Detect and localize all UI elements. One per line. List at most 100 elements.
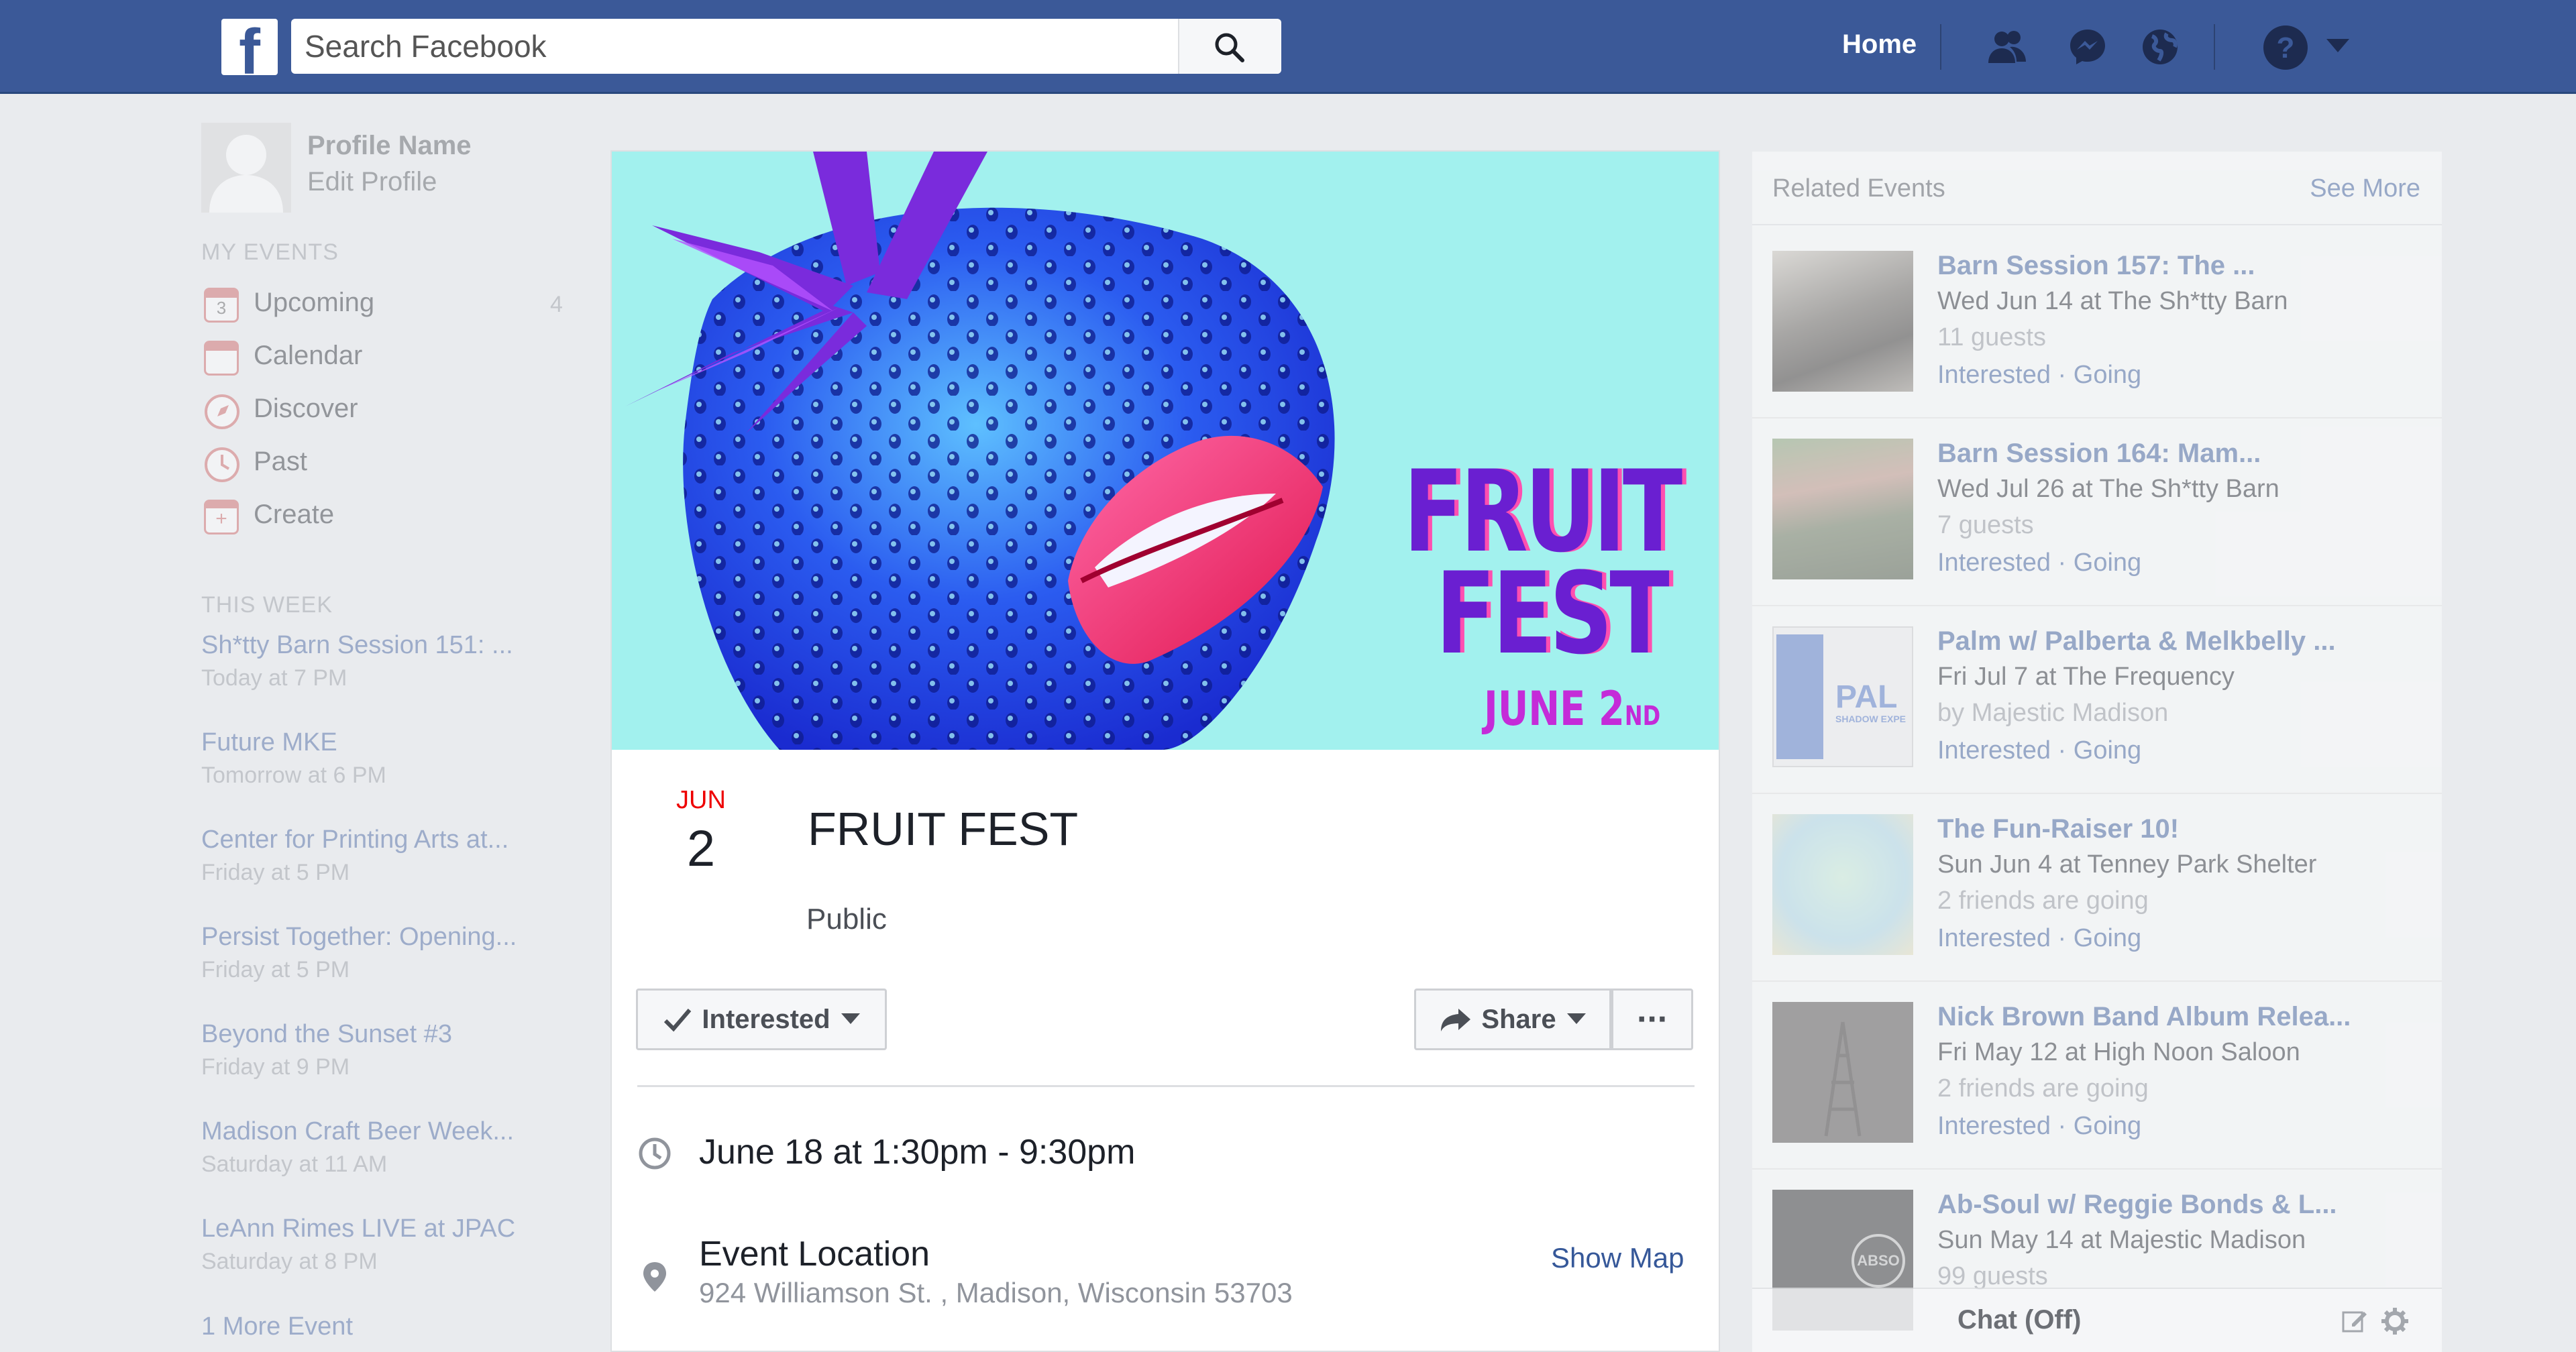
facebook-logo-icon[interactable]: f	[221, 19, 278, 75]
event-time: Tomorrow at 6 PM	[201, 763, 386, 788]
event-time: Today at 7 PM	[201, 665, 347, 691]
event-location-name[interactable]: Event Location	[699, 1234, 930, 1274]
list-item[interactable]: Persist Together: Opening... Friday at 5…	[201, 923, 517, 983]
share-label: Share	[1481, 1004, 1556, 1034]
sidebar-item-calendar[interactable]: Calendar	[201, 338, 577, 378]
list-item[interactable]: The Fun-Raiser 10! Sun Jun 4 at Tenney P…	[1752, 814, 2442, 995]
logo-letter: f	[239, 19, 260, 76]
search-input[interactable]	[305, 27, 1177, 66]
gear-icon[interactable]	[2380, 1306, 2410, 1336]
related-event-extra: 2 friends are going	[1937, 1074, 2149, 1103]
event-address: 924 Williamson St. , Madison, Wisconsin …	[699, 1277, 1293, 1308]
related-event-actions[interactable]: Interested · Going	[1937, 549, 2141, 577]
event-thumbnail: PAL SHADOW EXPE	[1772, 626, 1913, 767]
thumb-logo: ABSO	[1851, 1234, 1905, 1288]
sidebar-item-past[interactable]: Past	[201, 444, 577, 484]
divider	[1752, 793, 2442, 794]
sidebar-item-upcoming[interactable]: 3 Upcoming 4	[201, 285, 577, 325]
share-arrow-icon	[1441, 1009, 1471, 1031]
clock-icon	[205, 447, 239, 482]
sidebar-item-label: Create	[254, 500, 335, 529]
related-event-actions[interactable]: Interested · Going	[1937, 1112, 2141, 1141]
related-event-actions[interactable]: Interested · Going	[1937, 924, 2141, 953]
divider	[1752, 417, 2442, 418]
friends-icon[interactable]	[1987, 27, 2027, 67]
event-title: Beyond the Sunset #3	[201, 1020, 452, 1048]
sidebar-item-label: Discover	[254, 394, 358, 423]
related-event-extra: 2 friends are going	[1937, 887, 2149, 915]
event-time: Saturday at 11 AM	[201, 1151, 388, 1177]
sidebar-item-create[interactable]: + Create	[201, 497, 577, 537]
caret-down-icon	[1566, 1013, 1586, 1024]
list-item[interactable]: Barn Session 164: Mam... Wed Jul 26 at T…	[1752, 439, 2442, 620]
show-map-link[interactable]: Show Map	[1551, 1242, 1684, 1274]
event-title: Persist Together: Opening...	[201, 923, 517, 951]
divider	[1752, 605, 2442, 606]
calendar-icon	[204, 341, 239, 376]
plus-icon: +	[204, 500, 239, 534]
left-sidebar: Profile Name Edit Profile MY EVENTS 3 Up…	[0, 96, 590, 1352]
interested-label: Interested	[702, 1004, 830, 1034]
more-options-button[interactable]: ···	[1611, 989, 1693, 1050]
event-title: LeAnn Rimes LIVE at JPAC	[201, 1215, 516, 1243]
search-icon	[1215, 33, 1244, 62]
tower-icon	[1824, 1021, 1862, 1137]
caret-down-icon[interactable]	[2326, 39, 2349, 54]
share-button[interactable]: Share	[1414, 989, 1611, 1050]
related-event-extra: by Majestic Madison	[1937, 699, 2169, 727]
related-event-when: Fri Jul 7 at The Frequency	[1937, 663, 2235, 691]
home-link[interactable]: Home	[1842, 30, 1917, 60]
event-time: Friday at 9 PM	[201, 1054, 350, 1080]
more-options-label: ···	[1637, 1000, 1669, 1039]
list-item[interactable]: Madison Craft Beer Week... Saturday at 1…	[201, 1117, 514, 1178]
interested-button[interactable]: Interested	[636, 989, 887, 1050]
divider	[1752, 224, 2442, 225]
nav-divider	[2214, 24, 2215, 70]
event-time: Friday at 5 PM	[201, 860, 350, 885]
event-title: FRUIT FEST	[808, 803, 1079, 855]
list-item[interactable]: PAL SHADOW EXPE Palm w/ Palberta & Melkb…	[1752, 626, 2442, 807]
list-item[interactable]: LeAnn Rimes LIVE at JPAC Saturday at 8 P…	[201, 1215, 515, 1275]
list-item[interactable]: Nick Brown Band Album Relea... Fri May 1…	[1752, 1002, 2442, 1183]
sidebar-item-label: Calendar	[254, 341, 363, 370]
related-event-actions[interactable]: Interested · Going	[1937, 736, 2141, 765]
profile-name[interactable]: Profile Name	[307, 131, 472, 161]
see-more-link[interactable]: See More	[2310, 174, 2420, 203]
help-icon[interactable]: ?	[2262, 24, 2309, 71]
event-title: Madison Craft Beer Week...	[201, 1117, 515, 1145]
compose-icon[interactable]	[2341, 1308, 2368, 1335]
related-events-panel: Related Events See More Barn Session 157…	[1752, 152, 2442, 1352]
top-navigation-bar: f Home ?	[0, 0, 2576, 94]
clock-icon	[639, 1137, 671, 1170]
sidebar-item-label: Upcoming	[254, 288, 375, 317]
more-events-link[interactable]: 1 More Event	[201, 1312, 353, 1341]
event-month: JUN	[676, 786, 726, 814]
avatar[interactable]	[201, 123, 291, 213]
list-item[interactable]: Beyond the Sunset #3 Friday at 9 PM	[201, 1020, 452, 1080]
event-cover-photo[interactable]: FRUIT FEST JUNE 2ND	[612, 152, 1719, 750]
chat-bar[interactable]: Chat (Off)	[1752, 1288, 2442, 1352]
list-item[interactable]: Barn Session 157: The ... Wed Jun 14 at …	[1752, 251, 2442, 432]
list-item[interactable]: Future MKE Tomorrow at 6 PM	[201, 728, 386, 789]
calendar-3-icon: 3	[204, 288, 239, 323]
list-item[interactable]: Center for Printing Arts at... Friday at…	[201, 826, 508, 886]
related-event-extra: 11 guests	[1937, 323, 2046, 351]
location-pin-icon	[643, 1262, 666, 1292]
search-button[interactable]	[1178, 19, 1281, 74]
sidebar-item-discover[interactable]: Discover	[201, 391, 577, 431]
related-event-when: Sun May 14 at Majestic Madison	[1937, 1226, 2306, 1254]
messenger-icon[interactable]	[2068, 27, 2108, 67]
event-time: Friday at 5 PM	[201, 957, 350, 982]
chat-label: Chat (Off)	[1957, 1305, 2082, 1335]
search-box	[291, 19, 1281, 74]
thumb-subtext: SHADOW EXPE	[1835, 714, 1907, 724]
default-avatar-icon	[209, 135, 283, 213]
event-day: 2	[686, 820, 716, 877]
related-event-when: Fri May 12 at High Noon Saloon	[1937, 1038, 2300, 1066]
edit-profile-link[interactable]: Edit Profile	[307, 167, 437, 197]
related-event-title: Barn Session 164: Mam...	[1937, 439, 2261, 468]
list-item[interactable]: Sh*tty Barn Session 151: ... Today at 7 …	[201, 631, 513, 691]
related-event-title: Nick Brown Band Album Relea...	[1937, 1002, 2351, 1031]
related-event-actions[interactable]: Interested · Going	[1937, 361, 2141, 390]
globe-icon[interactable]	[2140, 27, 2180, 67]
